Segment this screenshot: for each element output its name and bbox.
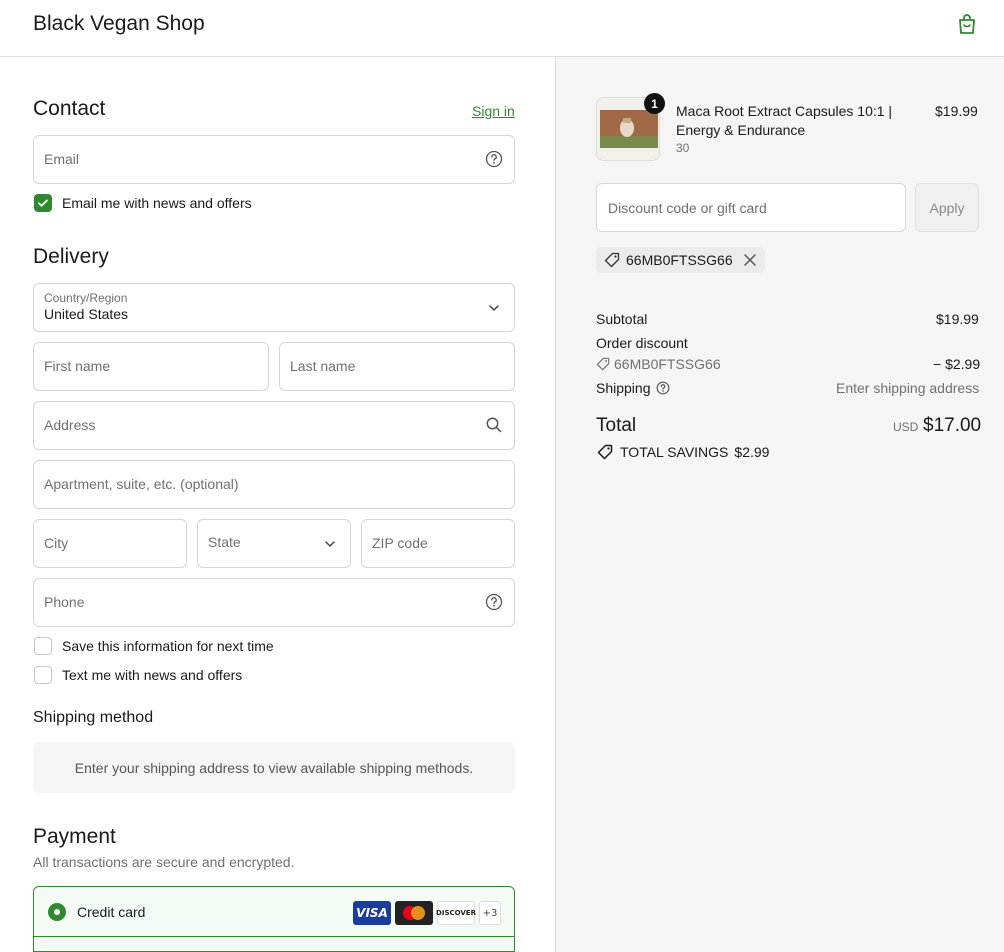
total-label: Total <box>596 415 637 436</box>
shipping-methods-placeholder: Enter your shipping address to view avai… <box>33 742 515 793</box>
contact-title: Contact <box>33 97 106 120</box>
first-name-placeholder: First name <box>44 358 111 374</box>
payment-title: Payment <box>33 825 116 848</box>
zip-placeholder: ZIP code <box>372 535 428 551</box>
help-icon[interactable] <box>656 381 670 395</box>
credit-card-radio[interactable] <box>48 903 66 921</box>
address-field[interactable]: Address <box>33 401 515 450</box>
total-savings-value: $2.99 <box>734 444 770 460</box>
shop-name[interactable]: Black Vegan Shop <box>33 12 205 36</box>
payment-subtitle: All transactions are secure and encrypte… <box>33 854 295 870</box>
apartment-placeholder: Apartment, suite, etc. (optional) <box>44 476 239 492</box>
phone-field[interactable]: Phone <box>33 578 515 627</box>
apply-discount-button[interactable]: Apply <box>915 183 979 232</box>
help-icon[interactable] <box>485 150 503 168</box>
shopping-bag-icon[interactable] <box>955 12 979 36</box>
text-news-label: Text me with news and offers <box>62 667 243 683</box>
product-variant: 30 <box>676 141 690 155</box>
text-news-checkbox-row[interactable]: Text me with news and offers <box>34 666 242 684</box>
shipping-label: Shipping <box>596 380 651 396</box>
discount-value: − $2.99 <box>933 356 981 372</box>
applied-code-chip: 66MB0FTSSG66 <box>596 247 765 273</box>
shipping-methods-text: Enter your shipping address to view avai… <box>74 759 474 776</box>
first-name-field[interactable]: First name <box>33 342 269 391</box>
total-savings-row: TOTAL SAVINGS $2.99 <box>596 444 769 460</box>
phone-placeholder: Phone <box>44 594 85 610</box>
state-select[interactable]: State <box>197 519 351 568</box>
header: Black Vegan Shop <box>0 0 1004 57</box>
chevron-down-icon <box>489 305 499 311</box>
product-price: $19.99 <box>935 103 978 119</box>
chevron-down-icon <box>325 541 335 547</box>
product-name-line1: Maca Root Extract Capsules 10:1 | <box>676 103 893 119</box>
zip-field[interactable]: ZIP code <box>361 519 515 568</box>
credit-card-label: Credit card <box>77 904 146 920</box>
discount-code-field[interactable]: Discount code or gift card <box>596 183 906 232</box>
shipping-row-label: Shipping <box>596 380 670 396</box>
quantity-badge: 1 <box>644 93 665 114</box>
product-name-line2: Energy & Endurance <box>676 122 806 138</box>
city-field[interactable]: City <box>33 519 187 568</box>
address-placeholder: Address <box>44 417 96 433</box>
tag-icon <box>596 357 610 371</box>
remove-code-icon[interactable] <box>743 253 757 267</box>
currency-code: USD <box>893 420 919 434</box>
delivery-title: Delivery <box>33 245 109 268</box>
country-select[interactable]: Country/Region United States <box>33 283 515 332</box>
applied-code-text: 66MB0FTSSG66 <box>626 252 733 268</box>
savings-tag-icon <box>597 444 613 460</box>
country-value: United States <box>44 306 129 322</box>
shipping-value: Enter shipping address <box>836 380 980 396</box>
discover-icon: DISCOVER <box>436 901 476 925</box>
total-value: $17.00 <box>923 415 982 436</box>
check-icon <box>38 199 48 207</box>
email-news-label: Email me with news and offers <box>62 195 252 211</box>
city-placeholder: City <box>44 535 69 551</box>
last-name-field[interactable]: Last name <box>279 342 515 391</box>
payment-method-box: Credit card VISA DISCOVER +3 <box>33 886 515 952</box>
visa-icon: VISA <box>353 901 391 925</box>
subtotal-label: Subtotal <box>596 311 648 327</box>
mastercard-icon <box>395 901 433 925</box>
credit-card-option[interactable]: Credit card VISA DISCOVER +3 <box>34 887 514 937</box>
search-icon <box>486 417 502 433</box>
tag-icon <box>604 252 620 268</box>
discount-placeholder: Discount code or gift card <box>608 200 767 216</box>
email-news-checkbox[interactable] <box>34 194 52 212</box>
email-field[interactable]: Email <box>33 135 515 184</box>
country-label: Country/Region <box>44 291 128 305</box>
last-name-placeholder: Last name <box>290 358 356 374</box>
total-savings-label: TOTAL SAVINGS <box>620 444 729 460</box>
text-news-checkbox[interactable] <box>34 666 52 684</box>
help-icon[interactable] <box>485 593 503 611</box>
more-cards-badge: +3 <box>479 901 501 925</box>
email-news-checkbox-row[interactable]: Email me with news and offers <box>34 194 252 212</box>
save-info-checkbox-row[interactable]: Save this information for next time <box>34 637 274 655</box>
email-placeholder: Email <box>44 151 80 167</box>
order-discount-label: Order discount <box>596 335 688 351</box>
save-info-label: Save this information for next time <box>62 638 274 654</box>
apartment-field[interactable]: Apartment, suite, etc. (optional) <box>33 460 515 509</box>
shipping-method-title: Shipping method <box>33 709 154 726</box>
discount-code-row: 66MB0FTSSG66 <box>596 356 721 372</box>
state-placeholder: State <box>208 534 241 550</box>
discount-code-text: 66MB0FTSSG66 <box>614 356 721 372</box>
subtotal-value: $19.99 <box>936 311 979 327</box>
save-info-checkbox[interactable] <box>34 637 52 655</box>
sign-in-link[interactable]: Sign in <box>472 103 515 119</box>
